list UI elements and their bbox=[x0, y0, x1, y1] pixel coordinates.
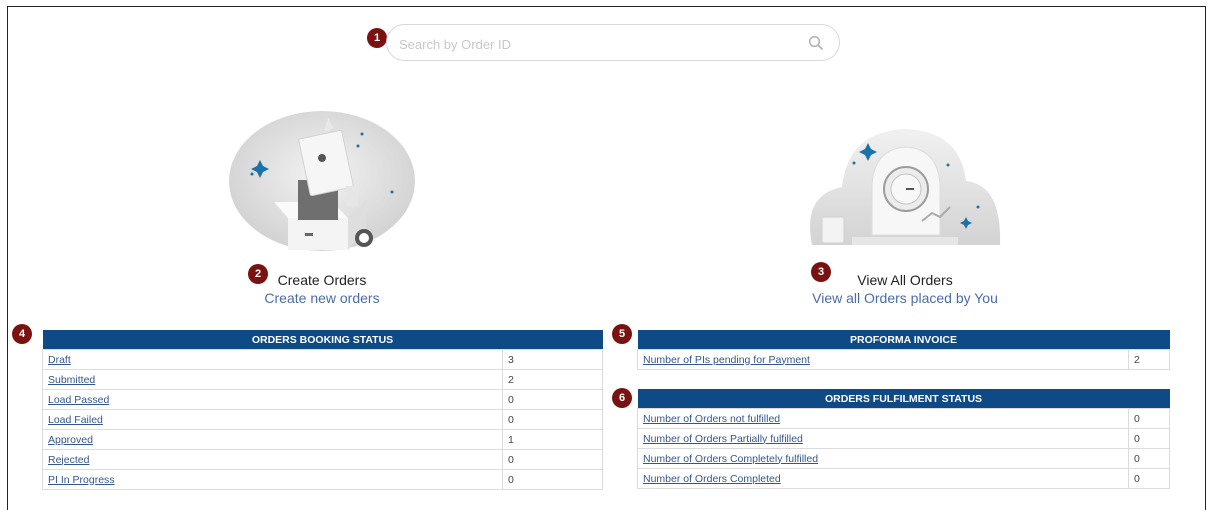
row-count: 2 bbox=[1128, 349, 1170, 370]
status-link[interactable]: Approved bbox=[48, 434, 93, 446]
table-row: Load Failed 0 bbox=[42, 409, 603, 430]
status-link[interactable]: Load Failed bbox=[48, 414, 103, 426]
table-row: Number of Orders Partially fulfilled 0 bbox=[637, 428, 1170, 449]
row-label-cell: Number of Orders Partially fulfilled bbox=[637, 428, 1129, 449]
table-row: Draft 3 bbox=[42, 349, 603, 370]
view-all-orders-title: View All Orders bbox=[857, 272, 953, 288]
row-label-cell: Approved bbox=[42, 429, 503, 450]
row-label-cell: Number of Orders Completed bbox=[637, 468, 1129, 489]
row-label-cell: Draft bbox=[42, 349, 503, 370]
orders-fulfilment-status-header: ORDERS FULFILMENT STATUS bbox=[637, 389, 1170, 409]
search-bar bbox=[386, 24, 840, 61]
create-orders-title: Create Orders bbox=[277, 272, 367, 288]
orders-booking-status-table: ORDERS BOOKING STATUS Draft 3 Submitted 2 Lo… bbox=[42, 330, 603, 490]
status-link[interactable]: Number of Orders Completed bbox=[643, 473, 781, 485]
row-count: 3 bbox=[502, 349, 603, 370]
status-link[interactable]: Load Passed bbox=[48, 394, 109, 406]
table-row: Number of Orders not fulfilled 0 bbox=[637, 408, 1170, 429]
step-marker-3: 3 bbox=[811, 262, 831, 282]
status-link[interactable]: Number of Orders Completely fulfilled bbox=[643, 453, 818, 465]
shopping-bag-box-illustration[interactable] bbox=[228, 110, 416, 252]
status-link[interactable]: PI In Progress bbox=[48, 474, 115, 486]
orders-fulfilment-status-table: ORDERS FULFILMENT STATUS Number of Order… bbox=[637, 389, 1170, 489]
table-row: Number of PIs pending for Payment 2 bbox=[637, 349, 1170, 370]
row-label-cell: Load Passed bbox=[42, 389, 503, 410]
status-link[interactable]: Number of Orders Partially fulfilled bbox=[643, 433, 803, 445]
row-count: 0 bbox=[502, 469, 603, 490]
table-row: Number of Orders Completely fulfilled 0 bbox=[637, 448, 1170, 469]
view-all-orders-link[interactable]: View all Orders placed by You bbox=[800, 290, 1010, 306]
create-orders-link[interactable]: Create new orders bbox=[242, 290, 402, 306]
proforma-invoice-header: PROFORMA INVOICE bbox=[637, 330, 1170, 350]
row-count: 0 bbox=[502, 409, 603, 430]
step-marker-1: 1 bbox=[367, 28, 387, 48]
row-count: 0 bbox=[1128, 448, 1170, 469]
status-link[interactable]: Rejected bbox=[48, 454, 89, 466]
search-input[interactable] bbox=[397, 33, 781, 55]
row-label-cell: PI In Progress bbox=[42, 469, 503, 490]
row-count: 2 bbox=[502, 369, 603, 390]
table-row: Rejected 0 bbox=[42, 449, 603, 470]
row-count: 0 bbox=[1128, 428, 1170, 449]
status-link[interactable]: Number of PIs pending for Payment bbox=[643, 354, 810, 366]
status-link[interactable]: Draft bbox=[48, 354, 71, 366]
row-label-cell: Number of Orders not fulfilled bbox=[637, 408, 1129, 429]
table-row: Number of Orders Completed 0 bbox=[637, 468, 1170, 489]
row-count: 0 bbox=[502, 449, 603, 470]
orders-booking-status-header: ORDERS BOOKING STATUS bbox=[42, 330, 603, 350]
step-marker-4: 4 bbox=[12, 324, 32, 344]
table-row: Load Passed 0 bbox=[42, 389, 603, 410]
step-marker-5: 5 bbox=[612, 324, 632, 344]
table-row: Submitted 2 bbox=[42, 369, 603, 390]
status-link[interactable]: Number of Orders not fulfilled bbox=[643, 413, 780, 425]
status-link[interactable]: Submitted bbox=[48, 374, 95, 386]
clock-dome-illustration[interactable] bbox=[802, 125, 1002, 245]
proforma-invoice-table: PROFORMA INVOICE Number of PIs pending f… bbox=[637, 330, 1170, 370]
row-count: 0 bbox=[502, 389, 603, 410]
row-count: 0 bbox=[1128, 468, 1170, 489]
table-row: Approved 1 bbox=[42, 429, 603, 450]
row-count: 0 bbox=[1128, 408, 1170, 429]
row-label-cell: Rejected bbox=[42, 449, 503, 470]
row-label-cell: Number of PIs pending for Payment bbox=[637, 349, 1129, 370]
table-row: PI In Progress 0 bbox=[42, 469, 603, 490]
row-label-cell: Submitted bbox=[42, 369, 503, 390]
row-count: 1 bbox=[502, 429, 603, 450]
row-label-cell: Load Failed bbox=[42, 409, 503, 430]
step-marker-6: 6 bbox=[612, 388, 632, 408]
search-icon[interactable] bbox=[807, 34, 825, 52]
row-label-cell: Number of Orders Completely fulfilled bbox=[637, 448, 1129, 469]
